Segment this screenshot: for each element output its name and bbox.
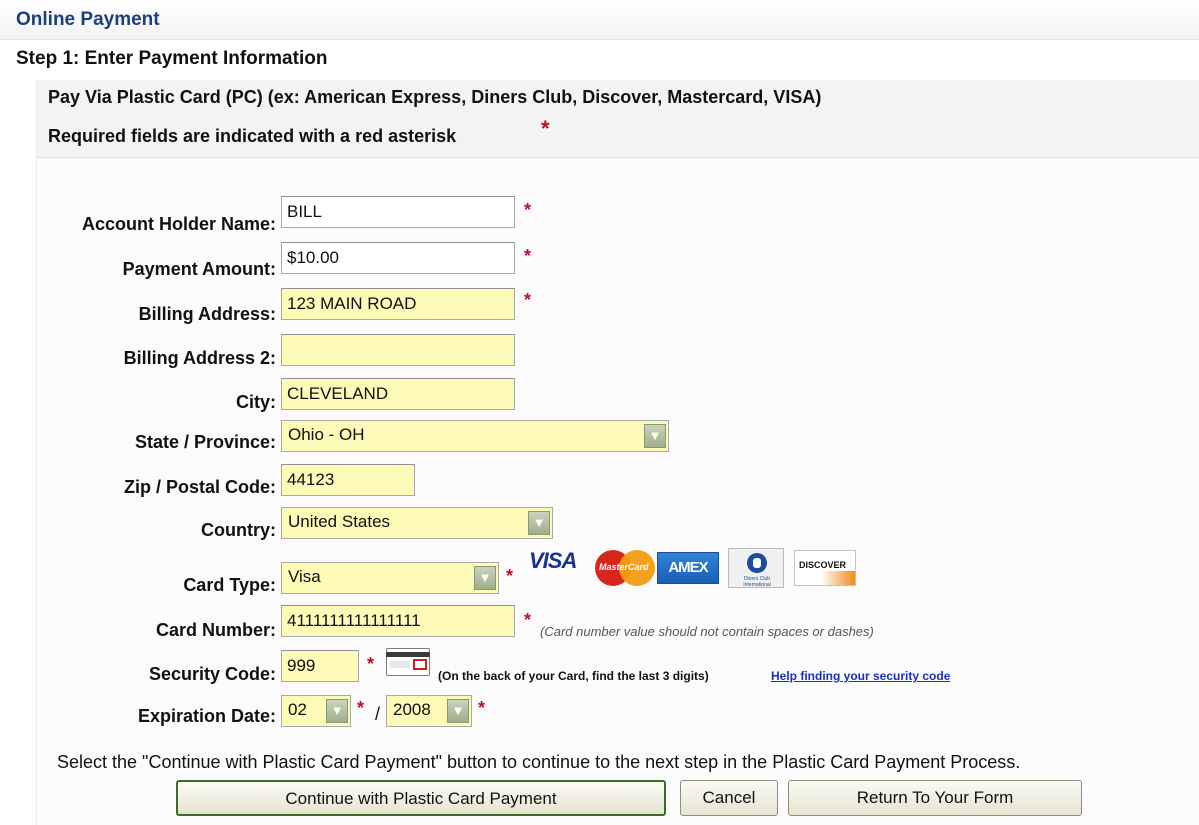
- required-asterisk: *: [524, 610, 532, 630]
- state-select[interactable]: Ohio - OH ▼: [281, 420, 669, 452]
- cancel-button[interactable]: Cancel: [680, 780, 778, 816]
- required-asterisk: *: [506, 566, 514, 586]
- card-number-hint: (Card number value should not contain sp…: [540, 624, 874, 639]
- chevron-down-icon[interactable]: ▼: [474, 566, 496, 590]
- country-label: Country:: [201, 520, 276, 540]
- card-type-label: Card Type:: [183, 575, 276, 595]
- zip-input[interactable]: [281, 464, 415, 496]
- city-input[interactable]: [281, 378, 515, 410]
- card-back-icon: [386, 648, 430, 676]
- mastercard-logo: MasterCard: [595, 550, 655, 586]
- account-holder-label: Account Holder Name:: [81, 214, 276, 234]
- required-asterisk: *: [524, 246, 532, 266]
- account-holder-input[interactable]: [281, 196, 515, 228]
- country-select[interactable]: United States ▼: [281, 507, 553, 539]
- state-select-value: Ohio - OH: [288, 425, 365, 444]
- expiration-year-value: 2008: [393, 700, 431, 719]
- chevron-down-icon[interactable]: ▼: [644, 424, 666, 448]
- diners-club-logo: Diners Club International: [728, 548, 784, 588]
- card-logos: VISA MasterCard AMEX Diners Club Interna…: [529, 546, 869, 590]
- discover-logo: DISCOVER: [794, 550, 856, 586]
- continue-button[interactable]: Continue with Plastic Card Payment: [176, 780, 666, 816]
- chevron-down-icon[interactable]: ▼: [528, 511, 550, 535]
- card-number-input[interactable]: [281, 605, 515, 637]
- expiration-month-value: 02: [288, 700, 307, 719]
- billing-address-2-input[interactable]: [281, 334, 515, 366]
- security-code-input[interactable]: [281, 650, 359, 682]
- card-type-select[interactable]: Visa ▼: [281, 562, 499, 594]
- security-code-hint: (On the back of your Card, find the last…: [438, 669, 709, 683]
- instruction-text: Select the "Continue with Plastic Card P…: [57, 752, 1021, 772]
- billing-address-input[interactable]: [281, 288, 515, 320]
- zip-label: Zip / Postal Code:: [123, 477, 276, 497]
- page-title: Online Payment: [16, 9, 160, 30]
- required-asterisk: *: [524, 290, 532, 310]
- state-label: State / Province:: [134, 432, 276, 452]
- city-label: City:: [236, 392, 276, 412]
- country-select-value: United States: [288, 512, 391, 531]
- amex-logo: AMEX: [657, 552, 719, 584]
- card-type-select-value: Visa: [288, 567, 321, 586]
- required-asterisk: *: [524, 200, 532, 220]
- pay-via-text: Pay Via Plastic Card (PC) (ex: American …: [48, 87, 822, 107]
- expiration-year-select[interactable]: 2008 ▼: [386, 695, 472, 727]
- title-bar: [0, 0, 1199, 40]
- billing-address-2-label: Billing Address 2:: [123, 348, 276, 368]
- payment-amount-input[interactable]: [281, 242, 515, 274]
- security-code-label: Security Code:: [148, 664, 276, 684]
- required-asterisk: *: [367, 654, 375, 674]
- required-asterisk: *: [357, 698, 365, 718]
- billing-address-label: Billing Address:: [138, 304, 276, 324]
- required-note: Required fields are indicated with a red…: [48, 126, 457, 146]
- expiration-date-label: Expiration Date:: [137, 706, 276, 726]
- expiration-month-select[interactable]: 02 ▼: [281, 695, 351, 727]
- card-number-label: Card Number:: [155, 620, 276, 640]
- payment-amount-label: Payment Amount:: [122, 259, 276, 279]
- visa-logo: VISA: [529, 548, 577, 573]
- step-heading: Step 1: Enter Payment Information: [16, 48, 328, 69]
- security-code-help-link[interactable]: Help finding your security code: [771, 669, 950, 683]
- chevron-down-icon[interactable]: ▼: [326, 699, 348, 723]
- required-asterisk: *: [478, 698, 486, 718]
- required-asterisk: *: [541, 116, 550, 141]
- return-to-form-button[interactable]: Return To Your Form: [788, 780, 1082, 816]
- expiration-separator: /: [375, 704, 381, 724]
- chevron-down-icon[interactable]: ▼: [447, 699, 469, 723]
